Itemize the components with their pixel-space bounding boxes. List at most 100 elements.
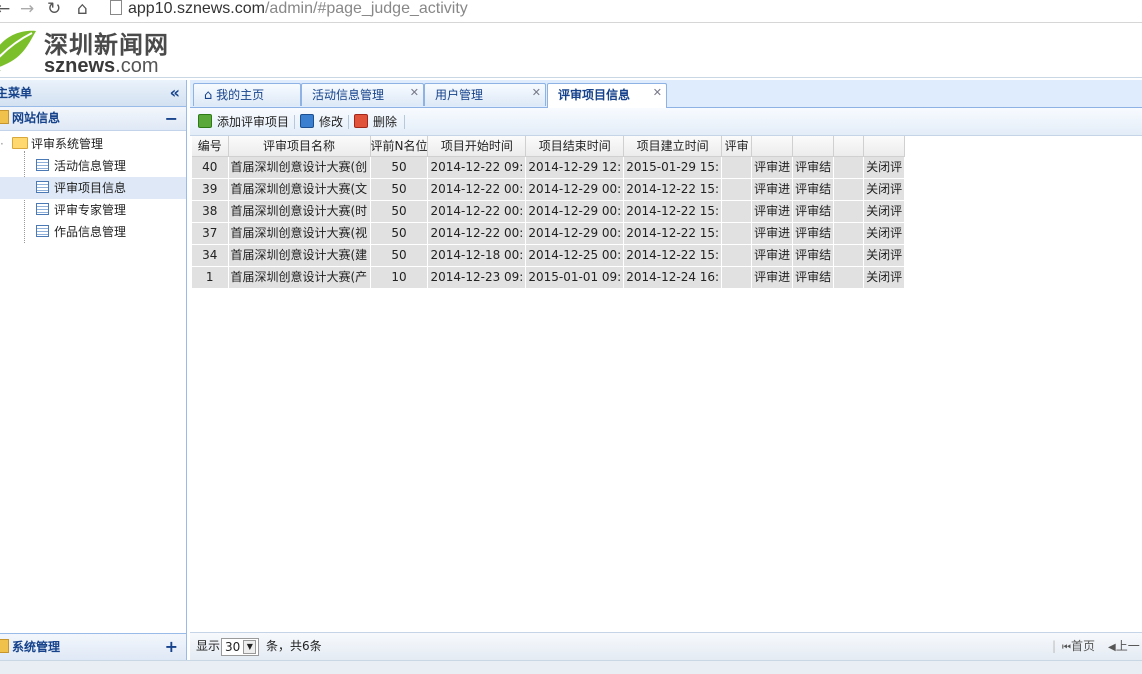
cell-name: 首届深圳创意设计大赛(文 bbox=[228, 178, 371, 201]
judge-result-link[interactable]: 评审结 bbox=[792, 244, 835, 267]
column-header[interactable]: 评审 bbox=[721, 136, 753, 157]
edit-label: 修改 bbox=[319, 115, 344, 129]
column-header[interactable] bbox=[751, 136, 794, 157]
cell-created: 2015-01-29 15: bbox=[623, 156, 723, 179]
expand-toggle-icon[interactable]: + bbox=[165, 634, 178, 660]
tab-home[interactable]: ⌂ 我的主页 bbox=[193, 83, 301, 106]
cell-end: 2015-01-01 09: bbox=[525, 266, 625, 289]
table-row[interactable]: 37 首届深圳创意设计大赛(视 50 2014-12-22 00: 2014-1… bbox=[192, 222, 906, 245]
column-header[interactable]: 项目结束时间 bbox=[525, 136, 625, 157]
cell-empty bbox=[833, 200, 865, 223]
sidebar-item-judge-projects[interactable]: 评审项目信息 bbox=[0, 177, 186, 199]
cell-created: 2014-12-22 15: bbox=[623, 200, 723, 223]
judge-result-link[interactable]: 评审结 bbox=[792, 156, 835, 179]
cell-judge bbox=[721, 244, 753, 267]
site-header: 深圳新闻网 sznews.com bbox=[0, 23, 1142, 78]
back-icon[interactable]: ← bbox=[0, 0, 10, 18]
tab-label: 评审项目信息 bbox=[558, 88, 631, 102]
reload-icon[interactable]: ↻ bbox=[47, 0, 61, 18]
table-row[interactable]: 39 首届深圳创意设计大赛(文 50 2014-12-22 00: 2014-1… bbox=[192, 178, 906, 201]
cell-empty bbox=[833, 156, 865, 179]
close-icon[interactable]: ✕ bbox=[410, 81, 419, 104]
column-header[interactable] bbox=[863, 136, 906, 157]
add-label: 添加评审项目 bbox=[217, 115, 290, 129]
close-judge-link[interactable]: 关闭评 bbox=[863, 244, 906, 267]
table-row[interactable]: 40 首届深圳创意设计大赛(创 50 2014-12-22 09: 2014-1… bbox=[192, 156, 906, 179]
judge-result-link[interactable]: 评审结 bbox=[792, 266, 835, 289]
tab-label: 用户管理 bbox=[435, 88, 484, 102]
judge-progress-link[interactable]: 评审进 bbox=[751, 266, 794, 289]
page-size-select[interactable]: 30 ▼ bbox=[221, 633, 260, 660]
logo-english-text: sznews.com bbox=[44, 55, 159, 77]
tab-label: 活动信息管理 bbox=[312, 88, 385, 102]
document-icon bbox=[36, 159, 49, 171]
sidebar-title-label: 主菜单 bbox=[0, 86, 33, 100]
first-page-button[interactable]: ⏮首页 bbox=[1062, 633, 1095, 661]
table-row[interactable]: 38 首届深圳创意设计大赛(时 50 2014-12-22 00: 2014-1… bbox=[192, 200, 906, 223]
collapse-toggle-icon[interactable]: − bbox=[165, 107, 178, 130]
judge-result-link[interactable]: 评审结 bbox=[792, 200, 835, 223]
judge-result-link[interactable]: 评审结 bbox=[792, 222, 835, 245]
sidebar-item-label: 评审项目信息 bbox=[54, 181, 127, 195]
cell-empty bbox=[833, 222, 865, 245]
judge-result-link[interactable]: 评审结 bbox=[792, 178, 835, 201]
column-header[interactable] bbox=[833, 136, 865, 157]
close-icon[interactable]: ✕ bbox=[532, 81, 541, 104]
table-row[interactable]: 1 首届深圳创意设计大赛(产 10 2014-12-23 09: 2015-01… bbox=[192, 266, 906, 289]
url-field[interactable]: app10.sznews.com/admin/#page_judge_activ… bbox=[110, 0, 468, 18]
document-icon bbox=[36, 225, 49, 237]
column-header[interactable]: 编号 bbox=[192, 136, 229, 157]
close-judge-link[interactable]: 关闭评 bbox=[863, 178, 906, 201]
tab-user-management[interactable]: 用户管理 ✕ bbox=[424, 83, 546, 106]
tab-activity-info[interactable]: 活动信息管理 ✕ bbox=[301, 83, 424, 106]
tree-node-judge-system[interactable]: · 评审系统管理 bbox=[0, 133, 186, 155]
forward-icon[interactable]: → bbox=[20, 0, 34, 18]
bottom-status-strip bbox=[0, 660, 1142, 674]
sidebar-item-experts[interactable]: 评审专家管理 bbox=[0, 199, 186, 221]
cell-name: 首届深圳创意设计大赛(创 bbox=[228, 156, 371, 179]
judge-progress-link[interactable]: 评审进 bbox=[751, 244, 794, 267]
cell-topn: 50 bbox=[370, 244, 429, 267]
logo-en-light: .com bbox=[115, 55, 159, 77]
accordion-system-management[interactable]: 系统管理 + bbox=[0, 633, 186, 660]
cell-end: 2014-12-25 00: bbox=[525, 244, 625, 267]
cell-start: 2014-12-22 00: bbox=[427, 200, 527, 223]
judge-progress-link[interactable]: 评审进 bbox=[751, 200, 794, 223]
add-project-button[interactable]: 添加评审项目 bbox=[198, 113, 289, 131]
document-icon bbox=[36, 203, 49, 215]
cell-empty bbox=[833, 266, 865, 289]
judge-progress-link[interactable]: 评审进 bbox=[751, 156, 794, 179]
edit-icon bbox=[300, 114, 314, 128]
column-header[interactable]: 评前N名位 bbox=[370, 136, 429, 157]
sidebar-item-works[interactable]: 作品信息管理 bbox=[0, 221, 186, 243]
judge-progress-link[interactable]: 评审进 bbox=[751, 222, 794, 245]
pager-divider: | bbox=[1052, 639, 1057, 653]
table-row[interactable]: 34 首届深圳创意设计大赛(建 50 2014-12-18 00: 2014-1… bbox=[192, 244, 906, 267]
column-header[interactable]: 项目开始时间 bbox=[427, 136, 527, 157]
first-page-label: 首页 bbox=[1071, 639, 1096, 653]
total-count-text: 条，共6条 bbox=[266, 639, 322, 653]
column-header[interactable]: 评审项目名称 bbox=[228, 136, 371, 157]
tab-judge-projects[interactable]: 评审项目信息 ✕ bbox=[547, 83, 667, 108]
cell-topn: 50 bbox=[370, 222, 429, 245]
edit-button[interactable]: 修改 bbox=[300, 113, 343, 131]
close-icon[interactable]: ✕ bbox=[653, 81, 662, 104]
sidebar-item-activity-info[interactable]: 活动信息管理 bbox=[0, 155, 186, 177]
judge-progress-link[interactable]: 评审进 bbox=[751, 178, 794, 201]
url-path: /admin/#page_judge_activity bbox=[264, 0, 468, 17]
sidebar-item-label: 评审专家管理 bbox=[54, 203, 127, 217]
column-header[interactable] bbox=[792, 136, 835, 157]
delete-button[interactable]: 删除 bbox=[354, 113, 397, 131]
home-icon[interactable]: ⌂ bbox=[77, 0, 88, 18]
cell-id: 40 bbox=[192, 156, 229, 179]
close-judge-link[interactable]: 关闭评 bbox=[863, 266, 906, 289]
prev-page-button[interactable]: ◀上一 bbox=[1108, 633, 1140, 661]
close-judge-link[interactable]: 关闭评 bbox=[863, 156, 906, 179]
cell-id: 1 bbox=[192, 266, 229, 289]
cell-empty bbox=[833, 244, 865, 267]
collapse-sidebar-icon[interactable]: « bbox=[170, 80, 180, 106]
accordion-website-info[interactable]: 网站信息 − bbox=[0, 107, 186, 131]
close-judge-link[interactable]: 关闭评 bbox=[863, 222, 906, 245]
column-header[interactable]: 项目建立时间 bbox=[623, 136, 723, 157]
close-judge-link[interactable]: 关闭评 bbox=[863, 200, 906, 223]
